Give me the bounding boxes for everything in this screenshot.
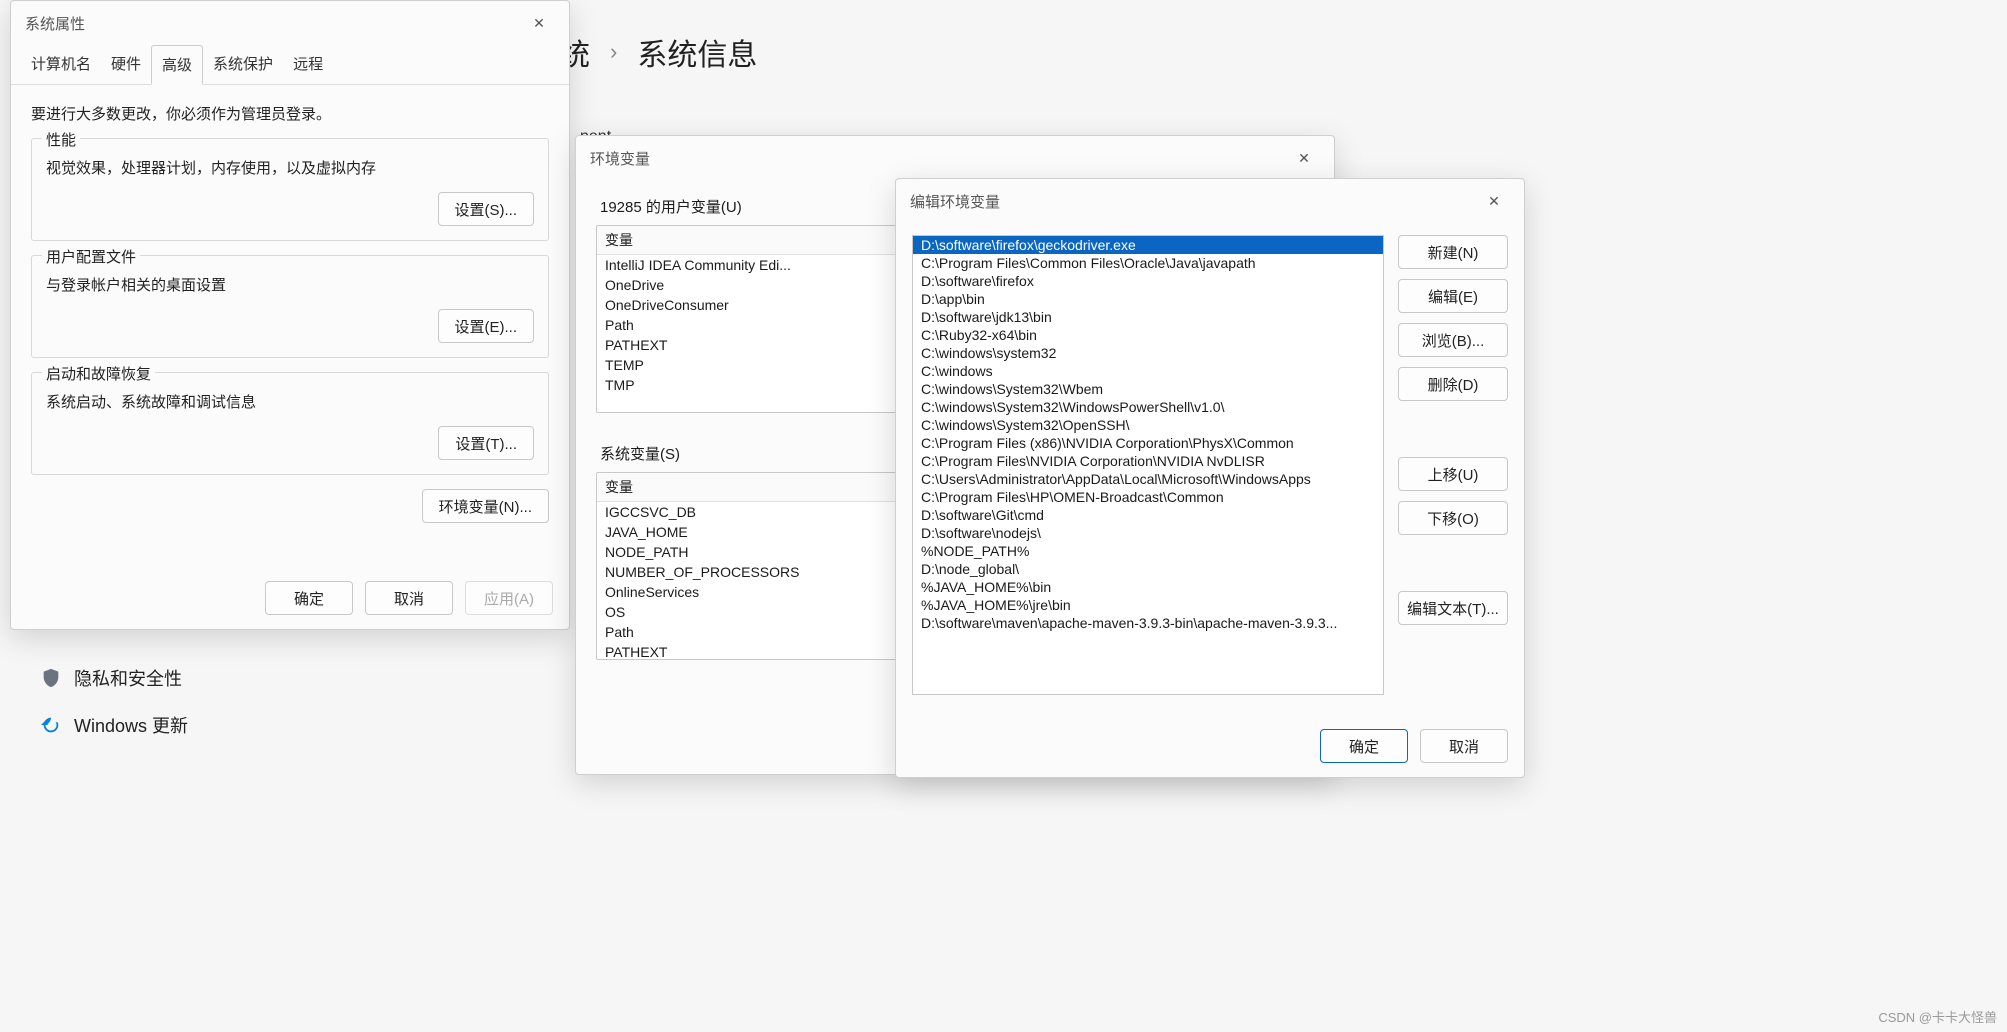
list-item[interactable]: C:\Users\Administrator\AppData\Local\Mic…: [913, 470, 1383, 488]
list-item[interactable]: D:\software\firefox\geckodriver.exe: [913, 236, 1383, 254]
tabs: 计算机名硬件高级系统保护远程: [11, 45, 569, 85]
cancel-button[interactable]: 取消: [365, 581, 453, 615]
tab-3[interactable]: 系统保护: [203, 45, 283, 84]
list-item[interactable]: C:\windows\System32\Wbem: [913, 380, 1383, 398]
dialog-title: 环境变量: [590, 148, 650, 169]
close-icon[interactable]: [1284, 144, 1324, 172]
list-item[interactable]: D:\software\maven\apache-maven-3.9.3-bin…: [913, 614, 1383, 632]
titlebar[interactable]: 环境变量: [576, 136, 1334, 180]
tab-4[interactable]: 远程: [283, 45, 333, 84]
breadcrumb-part[interactable]: 系统信息: [637, 30, 757, 74]
list-item[interactable]: %NODE_PATH%: [913, 542, 1383, 560]
group-legend: 性能: [42, 129, 80, 150]
list-item[interactable]: C:\windows\System32\OpenSSH\: [913, 416, 1383, 434]
settings-button[interactable]: 设置(S)...: [438, 192, 535, 226]
apply-button[interactable]: 应用(A): [465, 581, 553, 615]
list-item[interactable]: C:\windows\system32: [913, 344, 1383, 362]
list-item[interactable]: C:\Ruby32-x64\bin: [913, 326, 1383, 344]
list-item[interactable]: D:\app\bin: [913, 290, 1383, 308]
system-properties-dialog: 系统属性 计算机名硬件高级系统保护远程 要进行大多数更改，你必须作为管理员登录。…: [10, 0, 570, 630]
close-icon[interactable]: [519, 9, 559, 37]
edit-environment-variable-dialog: 编辑环境变量 D:\software\firefox\geckodriver.e…: [895, 178, 1525, 778]
list-item[interactable]: D:\software\firefox: [913, 272, 1383, 290]
list-item[interactable]: C:\Program Files\NVIDIA Corporation\NVID…: [913, 452, 1383, 470]
edit-button[interactable]: 编辑(E): [1398, 279, 1508, 313]
move-down-button[interactable]: 下移(O): [1398, 501, 1508, 535]
group-legend: 用户配置文件: [42, 246, 140, 267]
list-item[interactable]: D:\software\jdk13\bin: [913, 308, 1383, 326]
path-listbox[interactable]: D:\software\firefox\geckodriver.exeC:\Pr…: [912, 235, 1384, 695]
group-legend: 启动和故障恢复: [42, 363, 155, 384]
sidebar-item-label: 隐私和安全性: [74, 665, 182, 691]
admin-note: 要进行大多数更改，你必须作为管理员登录。: [31, 103, 549, 124]
list-item[interactable]: D:\node_global\: [913, 560, 1383, 578]
group-desc: 视觉效果，处理器计划，内存使用，以及虚拟内存: [46, 157, 534, 178]
group-startup-recovery: 启动和故障恢复 系统启动、系统故障和调试信息 设置(T)...: [31, 372, 549, 475]
new-button[interactable]: 新建(N): [1398, 235, 1508, 269]
tab-2[interactable]: 高级: [151, 45, 203, 85]
group-desc: 与登录帐户相关的桌面设置: [46, 274, 534, 295]
list-item[interactable]: C:\windows: [913, 362, 1383, 380]
browse-button[interactable]: 浏览(B)...: [1398, 323, 1508, 357]
breadcrumb: 统 › 系统信息: [560, 30, 757, 74]
dialog-title: 系统属性: [25, 13, 85, 34]
group-desc: 系统启动、系统故障和调试信息: [46, 391, 534, 412]
sidebar-item-update[interactable]: Windows 更新: [40, 712, 188, 738]
environment-variables-button[interactable]: 环境变量(N)...: [422, 489, 549, 523]
list-item[interactable]: D:\software\nodejs\: [913, 524, 1383, 542]
watermark: CSDN @卡卡大怪兽: [1878, 1007, 1997, 1026]
dialog-title: 编辑环境变量: [910, 191, 1000, 212]
list-item[interactable]: C:\windows\System32\WindowsPowerShell\v1…: [913, 398, 1383, 416]
sidebar-item-label: Windows 更新: [74, 712, 188, 738]
list-item[interactable]: %JAVA_HOME%\jre\bin: [913, 596, 1383, 614]
list-item[interactable]: D:\software\Git\cmd: [913, 506, 1383, 524]
tab-1[interactable]: 硬件: [101, 45, 151, 84]
sidebar-item-privacy[interactable]: 隐私和安全性: [40, 665, 182, 691]
group-user-profile: 用户配置文件 与登录帐户相关的桌面设置 设置(E)...: [31, 255, 549, 358]
list-item[interactable]: C:\Program Files (x86)\NVIDIA Corporatio…: [913, 434, 1383, 452]
shield-icon: [40, 667, 62, 689]
chevron-right-icon: ›: [610, 39, 617, 65]
settings-button[interactable]: 设置(E)...: [438, 309, 535, 343]
close-icon[interactable]: [1474, 187, 1514, 215]
tab-0[interactable]: 计算机名: [21, 45, 101, 84]
delete-button[interactable]: 删除(D): [1398, 367, 1508, 401]
settings-button[interactable]: 设置(T)...: [438, 426, 534, 460]
list-item[interactable]: C:\Program Files\HP\OMEN-Broadcast\Commo…: [913, 488, 1383, 506]
cancel-button[interactable]: 取消: [1420, 729, 1508, 763]
ok-button[interactable]: 确定: [265, 581, 353, 615]
list-item[interactable]: C:\Program Files\Common Files\Oracle\Jav…: [913, 254, 1383, 272]
group-performance: 性能 视觉效果，处理器计划，内存使用，以及虚拟内存 设置(S)...: [31, 138, 549, 241]
titlebar[interactable]: 编辑环境变量: [896, 179, 1524, 223]
list-item[interactable]: %JAVA_HOME%\bin: [913, 578, 1383, 596]
titlebar[interactable]: 系统属性: [11, 1, 569, 45]
ok-button[interactable]: 确定: [1320, 729, 1408, 763]
move-up-button[interactable]: 上移(U): [1398, 457, 1508, 491]
refresh-icon: [40, 714, 62, 736]
edit-text-button[interactable]: 编辑文本(T)...: [1398, 591, 1508, 625]
